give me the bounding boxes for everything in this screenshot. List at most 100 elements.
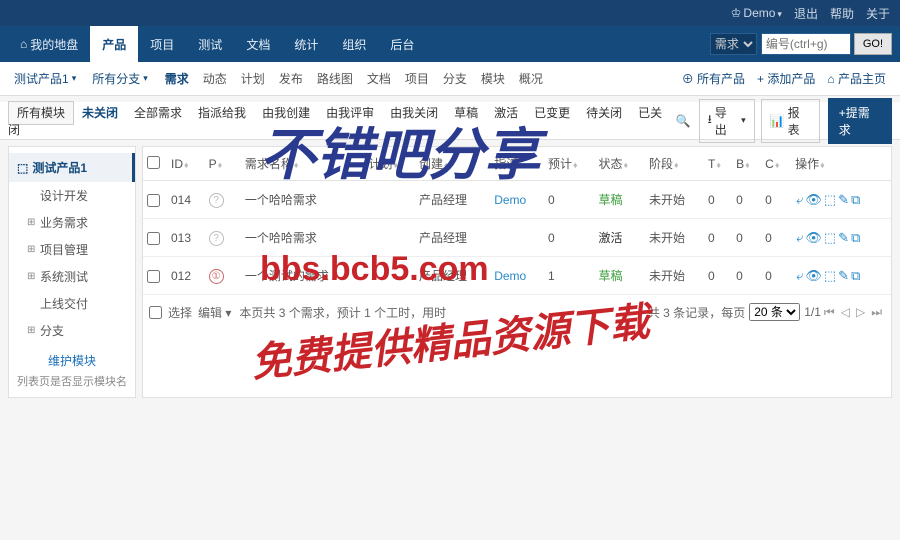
user-menu[interactable]: ♔Demo▾ <box>731 6 782 20</box>
subnav-6[interactable]: 项目 <box>398 72 436 86</box>
branch-selector[interactable]: 所有分支▾ <box>86 70 154 87</box>
action-case-icon[interactable]: ⬚ <box>824 192 836 207</box>
tree-node-0[interactable]: 设计开发 <box>9 182 135 209</box>
subnav-4[interactable]: 路线图 <box>310 72 360 86</box>
subnav-8[interactable]: 模块 <box>474 72 512 86</box>
row-checkbox[interactable] <box>147 232 160 245</box>
row-checkbox[interactable] <box>147 194 160 207</box>
nav-tab-4[interactable]: 文档 <box>234 26 282 62</box>
help-link[interactable]: 帮助 <box>830 5 854 22</box>
action-case-icon[interactable]: ⬚ <box>824 268 836 283</box>
filter-7[interactable]: 草稿 <box>446 102 486 124</box>
search-icon[interactable]: 🔍 <box>676 114 691 128</box>
subnav-5[interactable]: 文档 <box>360 72 398 86</box>
subnav-7[interactable]: 分支 <box>436 72 474 86</box>
subnav-9[interactable]: 概况 <box>512 72 550 86</box>
action-copy-icon[interactable]: ⧉ <box>851 230 860 245</box>
action-edit-icon[interactable]: ✎ <box>838 192 849 207</box>
action-change-icon[interactable]: ⤶ <box>796 268 803 283</box>
product-selector[interactable]: 测试产品1▾ <box>8 70 82 87</box>
export-button[interactable]: ⭳导出▾ <box>699 99 755 143</box>
filter-10[interactable]: 待关闭 <box>578 102 630 124</box>
nav-tab-3[interactable]: 测试 <box>186 26 234 62</box>
row-checkbox[interactable] <box>147 270 160 283</box>
action-view-icon[interactable]: 👁 <box>805 230 822 245</box>
col-header[interactable]: 阶段♦ <box>645 147 704 181</box>
search-input[interactable] <box>761 33 851 55</box>
prev-page-button[interactable]: ◁ <box>841 305 850 319</box>
filter-6[interactable]: 由我关闭 <box>382 102 446 124</box>
filter-2[interactable]: 全部需求 <box>126 102 190 124</box>
tree-node-3[interactable]: ⊞系统测试 <box>9 263 135 290</box>
filter-4[interactable]: 由我创建 <box>254 102 318 124</box>
last-page-button[interactable]: ⏭ <box>871 305 882 320</box>
action-change-icon[interactable]: ⤶ <box>796 192 803 207</box>
cell-id[interactable]: 014 <box>167 181 205 219</box>
subnav-0[interactable]: 需求 <box>158 72 196 86</box>
col-header[interactable]: ID♦ <box>167 147 205 181</box>
filter-9[interactable]: 已变更 <box>526 102 578 124</box>
filter-1[interactable]: 未关闭 <box>74 102 126 124</box>
next-page-button[interactable]: ▷ <box>856 305 865 319</box>
select-all-checkbox[interactable] <box>149 306 162 319</box>
filter-8[interactable]: 激活 <box>486 102 526 124</box>
filter-3[interactable]: 指派给我 <box>190 102 254 124</box>
nav-tab-2[interactable]: 项目 <box>138 26 186 62</box>
subnav-1[interactable]: 动态 <box>196 72 234 86</box>
action-view-icon[interactable]: 👁 <box>805 192 822 207</box>
nav-tab-5[interactable]: 统计 <box>282 26 330 62</box>
cell-id[interactable]: 012 <box>167 257 205 295</box>
action-view-icon[interactable]: 👁 <box>805 268 822 283</box>
subnav-2[interactable]: 计划 <box>234 72 272 86</box>
tree-node-1[interactable]: ⊞业务需求 <box>9 209 135 236</box>
select-all-header[interactable] <box>147 156 160 169</box>
col-header[interactable]: 状态♦ <box>594 147 645 181</box>
cell-name[interactable]: 一个哈哈需求 <box>241 219 365 257</box>
action-case-icon[interactable]: ⬚ <box>824 230 836 245</box>
col-header[interactable]: 计划♦ <box>364 147 415 181</box>
col-header[interactable]: 需求名称♦ <box>241 147 365 181</box>
nav-tab-7[interactable]: 后台 <box>378 26 426 62</box>
col-header[interactable]: 指派♦ <box>490 147 544 181</box>
col-header[interactable]: C♦ <box>761 147 791 181</box>
action-copy-icon[interactable]: ⧉ <box>851 268 860 283</box>
nav-tab-0[interactable]: ⌂我的地盘 <box>8 26 90 62</box>
tree-node-5[interactable]: ⊞分支 <box>9 317 135 344</box>
report-button[interactable]: 📊报表 <box>761 99 820 143</box>
subnav-right-1[interactable]: + 添加产品 <box>751 72 821 86</box>
nav-tab-1[interactable]: 产品 <box>90 26 138 62</box>
col-header[interactable]: P♦ <box>205 147 241 181</box>
batch-edit-button[interactable]: 编辑 ▾ <box>198 304 231 321</box>
col-header[interactable]: 操作♦ <box>791 147 891 181</box>
logout-link[interactable]: 退出 <box>794 5 818 22</box>
search-type-select[interactable]: 需求 <box>710 33 757 55</box>
maintain-modules-link[interactable]: 维护模块 <box>9 344 135 371</box>
nav-tab-6[interactable]: 组织 <box>330 26 378 62</box>
tree-node-2[interactable]: ⊞项目管理 <box>9 236 135 263</box>
cell-id[interactable]: 013 <box>167 219 205 257</box>
search-go-button[interactable]: GO! <box>854 33 892 55</box>
subnav-3[interactable]: 发布 <box>272 72 310 86</box>
action-change-icon[interactable]: ⤶ <box>796 230 803 245</box>
tree-root[interactable]: ⬚测试产品1 <box>9 153 135 182</box>
tree-node-4[interactable]: 上线交付 <box>9 290 135 317</box>
action-edit-icon[interactable]: ✎ <box>838 268 849 283</box>
about-link[interactable]: 关于 <box>866 5 890 22</box>
perpage-select[interactable]: 20 条 <box>749 303 800 321</box>
subnav-right-0[interactable]: ⊕ 所有产品 <box>676 72 751 86</box>
col-header[interactable]: 预计♦ <box>544 147 595 181</box>
col-header[interactable]: 创建♦ <box>415 147 490 181</box>
action-edit-icon[interactable]: ✎ <box>838 230 849 245</box>
cell-assign[interactable]: Demo <box>490 257 544 295</box>
action-copy-icon[interactable]: ⧉ <box>851 192 860 207</box>
cell-name[interactable]: 一个哈哈需求 <box>241 181 365 219</box>
col-header[interactable]: T♦ <box>704 147 732 181</box>
col-header[interactable]: B♦ <box>732 147 761 181</box>
filter-5[interactable]: 由我评审 <box>318 102 382 124</box>
create-story-button[interactable]: +提需求 <box>828 98 892 144</box>
cell-assign[interactable]: Demo <box>490 181 544 219</box>
first-page-button[interactable]: ⏮ <box>824 305 835 320</box>
cell-name[interactable]: 一个测试的需求 <box>241 257 365 295</box>
cell-assign[interactable] <box>490 219 544 257</box>
subnav-right-2[interactable]: ⌂ 产品主页 <box>821 72 892 86</box>
